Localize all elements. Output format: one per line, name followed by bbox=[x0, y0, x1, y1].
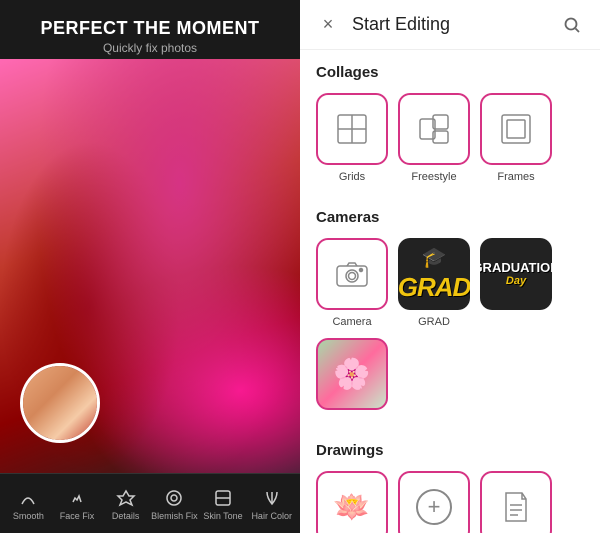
tool-haircolor-label: Hair Color bbox=[251, 511, 292, 521]
graduation-day-text: GRADUATION Day bbox=[480, 260, 552, 289]
grids-box bbox=[316, 93, 388, 165]
install-color-box: 🪷 bbox=[316, 471, 388, 533]
pick-canvas-box bbox=[480, 471, 552, 533]
tool-blemish-label: Blemish Fix bbox=[151, 511, 198, 521]
freestyle-box bbox=[398, 93, 470, 165]
create-new-card[interactable]: + Create New bbox=[398, 471, 470, 533]
facefix-icon bbox=[66, 487, 88, 509]
graduation-day-box: GRADUATION Day bbox=[480, 238, 552, 310]
blemish-icon bbox=[163, 487, 185, 509]
plus-icon: + bbox=[416, 489, 452, 525]
pick-canvas-card[interactable]: Pick Canvas bbox=[480, 471, 552, 533]
left-header: PERFECT THE MOMENT Quickly fix photos bbox=[0, 0, 300, 59]
header-title: Start Editing bbox=[352, 14, 548, 35]
tool-haircolor[interactable]: Hair Color bbox=[247, 487, 296, 521]
leaf-icon: 🪷 bbox=[333, 490, 370, 525]
frames-label: Frames bbox=[497, 171, 534, 183]
search-button[interactable] bbox=[560, 13, 584, 37]
camera-card[interactable]: Camera bbox=[316, 238, 388, 328]
tool-facefix[interactable]: Face Fix bbox=[53, 487, 102, 521]
tool-skintone[interactable]: Skin Tone bbox=[199, 487, 248, 521]
grad-text: GRAD bbox=[398, 272, 470, 303]
drawings-title: Drawings bbox=[316, 442, 584, 459]
flowers-card[interactable]: 🌸 bbox=[316, 338, 388, 416]
right-header: × Start Editing bbox=[300, 0, 600, 50]
close-button[interactable]: × bbox=[316, 13, 340, 37]
tool-facefix-label: Face Fix bbox=[60, 511, 95, 521]
camera-label: Camera bbox=[332, 316, 371, 328]
grad-inner: 🎓 GRAD bbox=[398, 245, 470, 303]
cameras-row: Camera 🎓 GRAD GRAD GRADUATION Day bbox=[316, 238, 584, 416]
camera-box bbox=[316, 238, 388, 310]
circle-thumbnail bbox=[20, 363, 100, 443]
grids-card[interactable]: Grids bbox=[316, 93, 388, 183]
collages-row: Grids Freestyle bbox=[316, 93, 584, 183]
app-subtitle: Quickly fix photos bbox=[16, 41, 284, 55]
tool-details-label: Details bbox=[112, 511, 140, 521]
frames-box bbox=[480, 93, 552, 165]
tool-details[interactable]: Details bbox=[101, 487, 150, 521]
left-panel: PERFECT THE MOMENT Quickly fix photos Sm… bbox=[0, 0, 300, 533]
collages-section: Collages Grids bbox=[300, 50, 600, 195]
drawings-section: Drawings 🪷 Install Color + Create New bbox=[300, 428, 600, 533]
cameras-title: Cameras bbox=[316, 209, 584, 226]
grids-label: Grids bbox=[339, 171, 365, 183]
install-color-card[interactable]: 🪷 Install Color bbox=[316, 471, 388, 533]
frames-card[interactable]: Frames bbox=[480, 93, 552, 183]
haircolor-icon bbox=[261, 487, 283, 509]
grad-label: GRAD bbox=[418, 316, 450, 328]
collages-title: Collages bbox=[316, 64, 584, 81]
smooth-icon bbox=[17, 487, 39, 509]
right-panel: × Start Editing Collages Grids bbox=[300, 0, 600, 533]
bottom-toolbar: Smooth Face Fix Details bbox=[0, 473, 300, 533]
tool-smooth[interactable]: Smooth bbox=[4, 487, 53, 521]
graduation-day-card[interactable]: GRADUATION Day bbox=[480, 238, 552, 328]
freestyle-label: Freestyle bbox=[411, 171, 456, 183]
tool-blemish[interactable]: Blemish Fix bbox=[150, 487, 199, 521]
create-new-box: + bbox=[398, 471, 470, 533]
grad-box: 🎓 GRAD bbox=[398, 238, 470, 310]
details-icon bbox=[115, 487, 137, 509]
grad-card[interactable]: 🎓 GRAD GRAD bbox=[398, 238, 470, 328]
tool-smooth-label: Smooth bbox=[13, 511, 44, 521]
skintone-icon bbox=[212, 487, 234, 509]
flowers-box: 🌸 bbox=[316, 338, 388, 410]
freestyle-card[interactable]: Freestyle bbox=[398, 93, 470, 183]
flower-icon: 🌸 bbox=[333, 357, 370, 392]
tool-skintone-label: Skin Tone bbox=[203, 511, 242, 521]
drawings-row: 🪷 Install Color + Create New bbox=[316, 471, 584, 533]
photo-area bbox=[0, 59, 300, 473]
circle-photo-inner bbox=[23, 366, 97, 440]
cameras-section: Cameras Camera bbox=[300, 195, 600, 428]
app-title: PERFECT THE MOMENT bbox=[16, 18, 284, 39]
grad-hat-icon: 🎓 bbox=[422, 245, 447, 270]
